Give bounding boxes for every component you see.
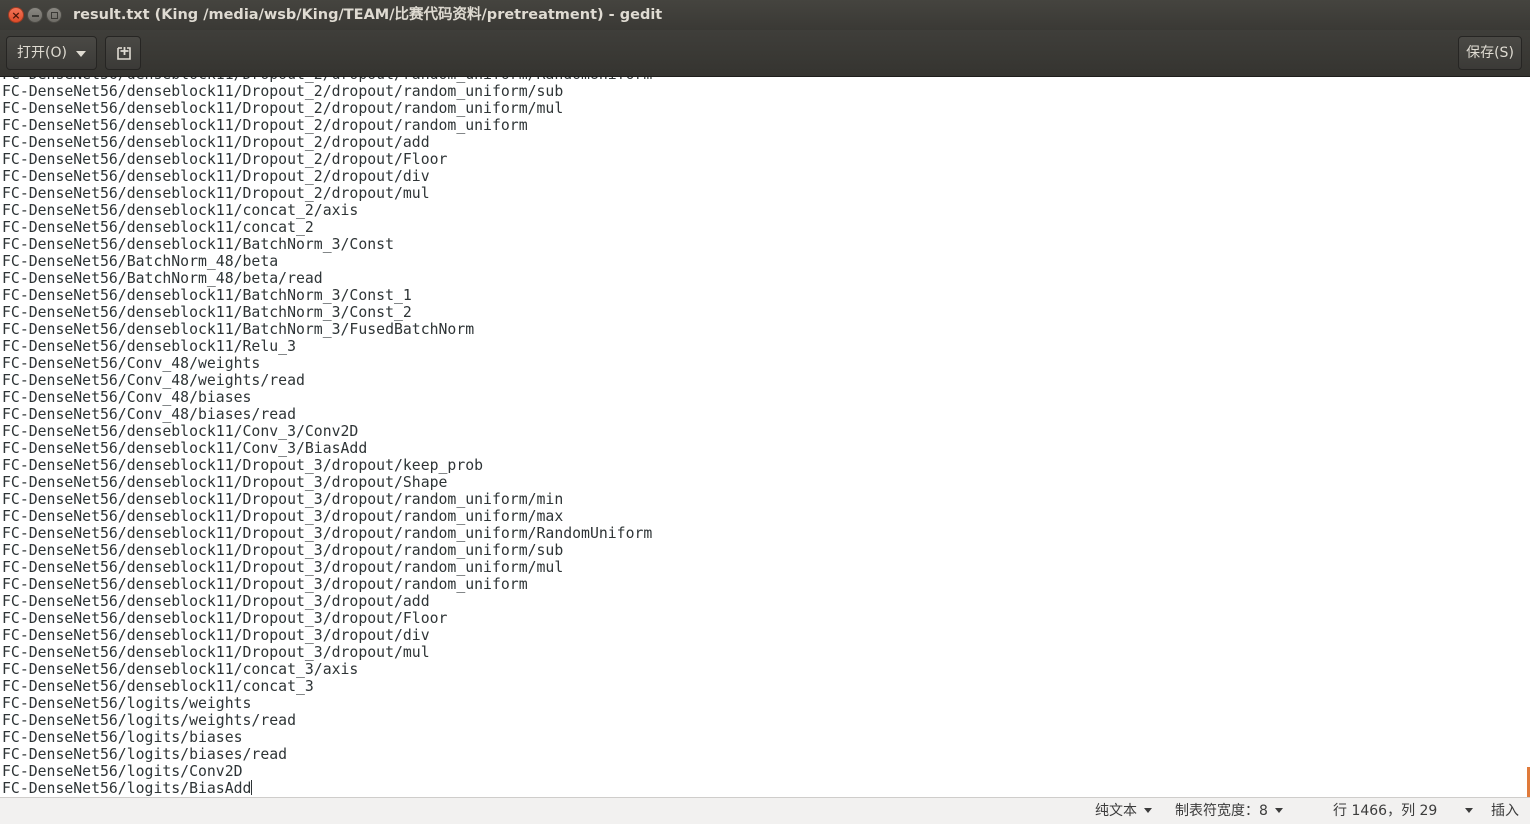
open-button[interactable]: 打开(O) — [6, 36, 97, 70]
editor-line: FC-DenseNet56/denseblock11/Dropout_3/dro… — [2, 508, 564, 525]
editor-line: FC-DenseNet56/denseblock11/Dropout_2/dro… — [2, 100, 564, 117]
language-label: 纯文本 — [1095, 803, 1137, 819]
editor-line: FC-DenseNet56/denseblock11/Dropout_3/dro… — [2, 593, 430, 610]
editor-line: FC-DenseNet56/denseblock11/BatchNorm_3/C… — [2, 287, 412, 304]
editor-line: FC-DenseNet56/logits/biases/read — [2, 746, 288, 763]
editor-line: FC-DenseNet56/denseblock11/Dropout_2/dro… — [2, 117, 528, 134]
editor-line: FC-DenseNet56/denseblock11/Dropout_2/dro… — [2, 134, 430, 151]
status-bar: 纯文本 制表符宽度：8 行 1466，列 29 插入 — [0, 797, 1530, 824]
editor-line: FC-DenseNet56/Conv_48/biases/read — [2, 406, 296, 423]
cursor-position-menu[interactable] — [1458, 798, 1473, 824]
editor-line: FC-DenseNet56/denseblock11/Dropout_3/dro… — [2, 525, 653, 542]
minimize-window-button[interactable] — [27, 7, 43, 23]
editor-line: FC-DenseNet56/denseblock11/Dropout_2/dro… — [2, 83, 564, 100]
gedit-window: × result.txt (King /media/wsb/King/TEAM/… — [0, 0, 1530, 824]
editor-line: FC-DenseNet56/denseblock11/BatchNorm_3/C… — [2, 236, 394, 253]
editor-line: FC-DenseNet56/BatchNorm_48/beta/read — [2, 270, 323, 287]
editor-line: FC-DenseNet56/BatchNorm_48/beta — [2, 253, 279, 270]
editor-line: FC-DenseNet56/denseblock11/concat_3 — [2, 678, 314, 695]
close-window-button[interactable]: × — [8, 7, 24, 23]
editor-line: FC-DenseNet56/denseblock11/Dropout_3/dro… — [2, 610, 448, 627]
tab-width-label: 制表符宽度：8 — [1175, 803, 1268, 819]
editor-line: FC-DenseNet56/denseblock11/Dropout_2/dro… — [2, 185, 430, 202]
text-cursor — [251, 780, 253, 795]
cursor-position-label: 行 1466，列 29 — [1333, 803, 1438, 819]
chevron-down-icon — [1274, 808, 1283, 813]
editor-line: FC-DenseNet56/Conv_48/weights/read — [2, 372, 305, 389]
language-selector[interactable]: 纯文本 — [1095, 798, 1152, 824]
editor-line: FC-DenseNet56/denseblock11/Dropout_2/dro… — [2, 168, 430, 185]
tab-width-selector[interactable]: 制表符宽度：8 — [1175, 798, 1283, 824]
editor-line: FC-DenseNet56/denseblock11/Conv_3/BiasAd… — [2, 440, 368, 457]
chevron-down-icon — [1144, 808, 1152, 813]
editor-line: FC-DenseNet56/denseblock11/concat_2/axis — [2, 202, 359, 219]
editor-line: FC-DenseNet56/denseblock11/Dropout_3/dro… — [2, 474, 448, 491]
editor-line: FC-DenseNet56/logits/weights/read — [2, 712, 296, 729]
editor-line: FC-DenseNet56/denseblock11/Dropout_2/dro… — [2, 151, 448, 168]
editor-line: FC-DenseNet56/denseblock11/Dropout_3/dro… — [2, 491, 564, 508]
editor-line: FC-DenseNet56/denseblock11/concat_2 — [2, 219, 314, 236]
editor-line: FC-DenseNet56/denseblock11/Dropout_3/dro… — [2, 576, 528, 593]
cursor-position[interactable]: 行 1466，列 29 — [1333, 798, 1437, 824]
editor-line: FC-DenseNet56/denseblock11/Dropout_3/dro… — [2, 627, 430, 644]
save-button[interactable]: 保存(S) — [1458, 36, 1522, 70]
editor-line: FC-DenseNet56/denseblock11/Conv_3/Conv2D — [2, 423, 359, 440]
editor-lines: FC-DenseNet56/denseblock11/Dropout_2/dro… — [2, 77, 652, 797]
insert-mode: 插入 — [1491, 803, 1519, 819]
text-editor[interactable]: FC-DenseNet56/denseblock11/Dropout_2/dro… — [0, 77, 1530, 797]
editor-line: FC-DenseNet56/logits/Conv2D — [2, 763, 243, 780]
editor-line: FC-DenseNet56/denseblock11/Dropout_3/dro… — [2, 559, 564, 576]
editor-line: FC-DenseNet56/denseblock11/Relu_3 — [2, 338, 296, 355]
editor-line: FC-DenseNet56/Conv_48/weights — [2, 355, 261, 372]
new-document-icon — [117, 47, 131, 60]
editor-line: FC-DenseNet56/logits/BiasAdd — [2, 780, 253, 797]
maximize-window-button[interactable] — [46, 7, 62, 23]
chevron-down-icon — [76, 51, 86, 57]
editor-line: FC-DenseNet56/logits/weights — [2, 695, 252, 712]
editor-line: FC-DenseNet56/Conv_48/biases — [2, 389, 252, 406]
new-document-button[interactable] — [105, 36, 141, 70]
editor-line: FC-DenseNet56/denseblock11/concat_3/axis — [2, 661, 359, 678]
editor-line: FC-DenseNet56/denseblock11/BatchNorm_3/F… — [2, 321, 475, 338]
open-button-label: 打开(O) — [17, 45, 67, 61]
editor-line: FC-DenseNet56/denseblock11/Dropout_3/dro… — [2, 457, 484, 474]
editor-line: FC-DenseNet56/denseblock11/BatchNorm_3/C… — [2, 304, 412, 321]
editor-line: FC-DenseNet56/denseblock11/Dropout_3/dro… — [2, 542, 564, 559]
window-title: result.txt (King /media/wsb/King/TEAM/比赛… — [73, 7, 663, 23]
header-bar: 打开(O) 保存(S) — [0, 30, 1530, 77]
title-bar: × result.txt (King /media/wsb/King/TEAM/… — [0, 0, 1530, 30]
editor-line: FC-DenseNet56/logits/biases — [2, 729, 243, 746]
chevron-down-icon — [1465, 808, 1473, 813]
editor-line: FC-DenseNet56/denseblock11/Dropout_3/dro… — [2, 644, 430, 661]
